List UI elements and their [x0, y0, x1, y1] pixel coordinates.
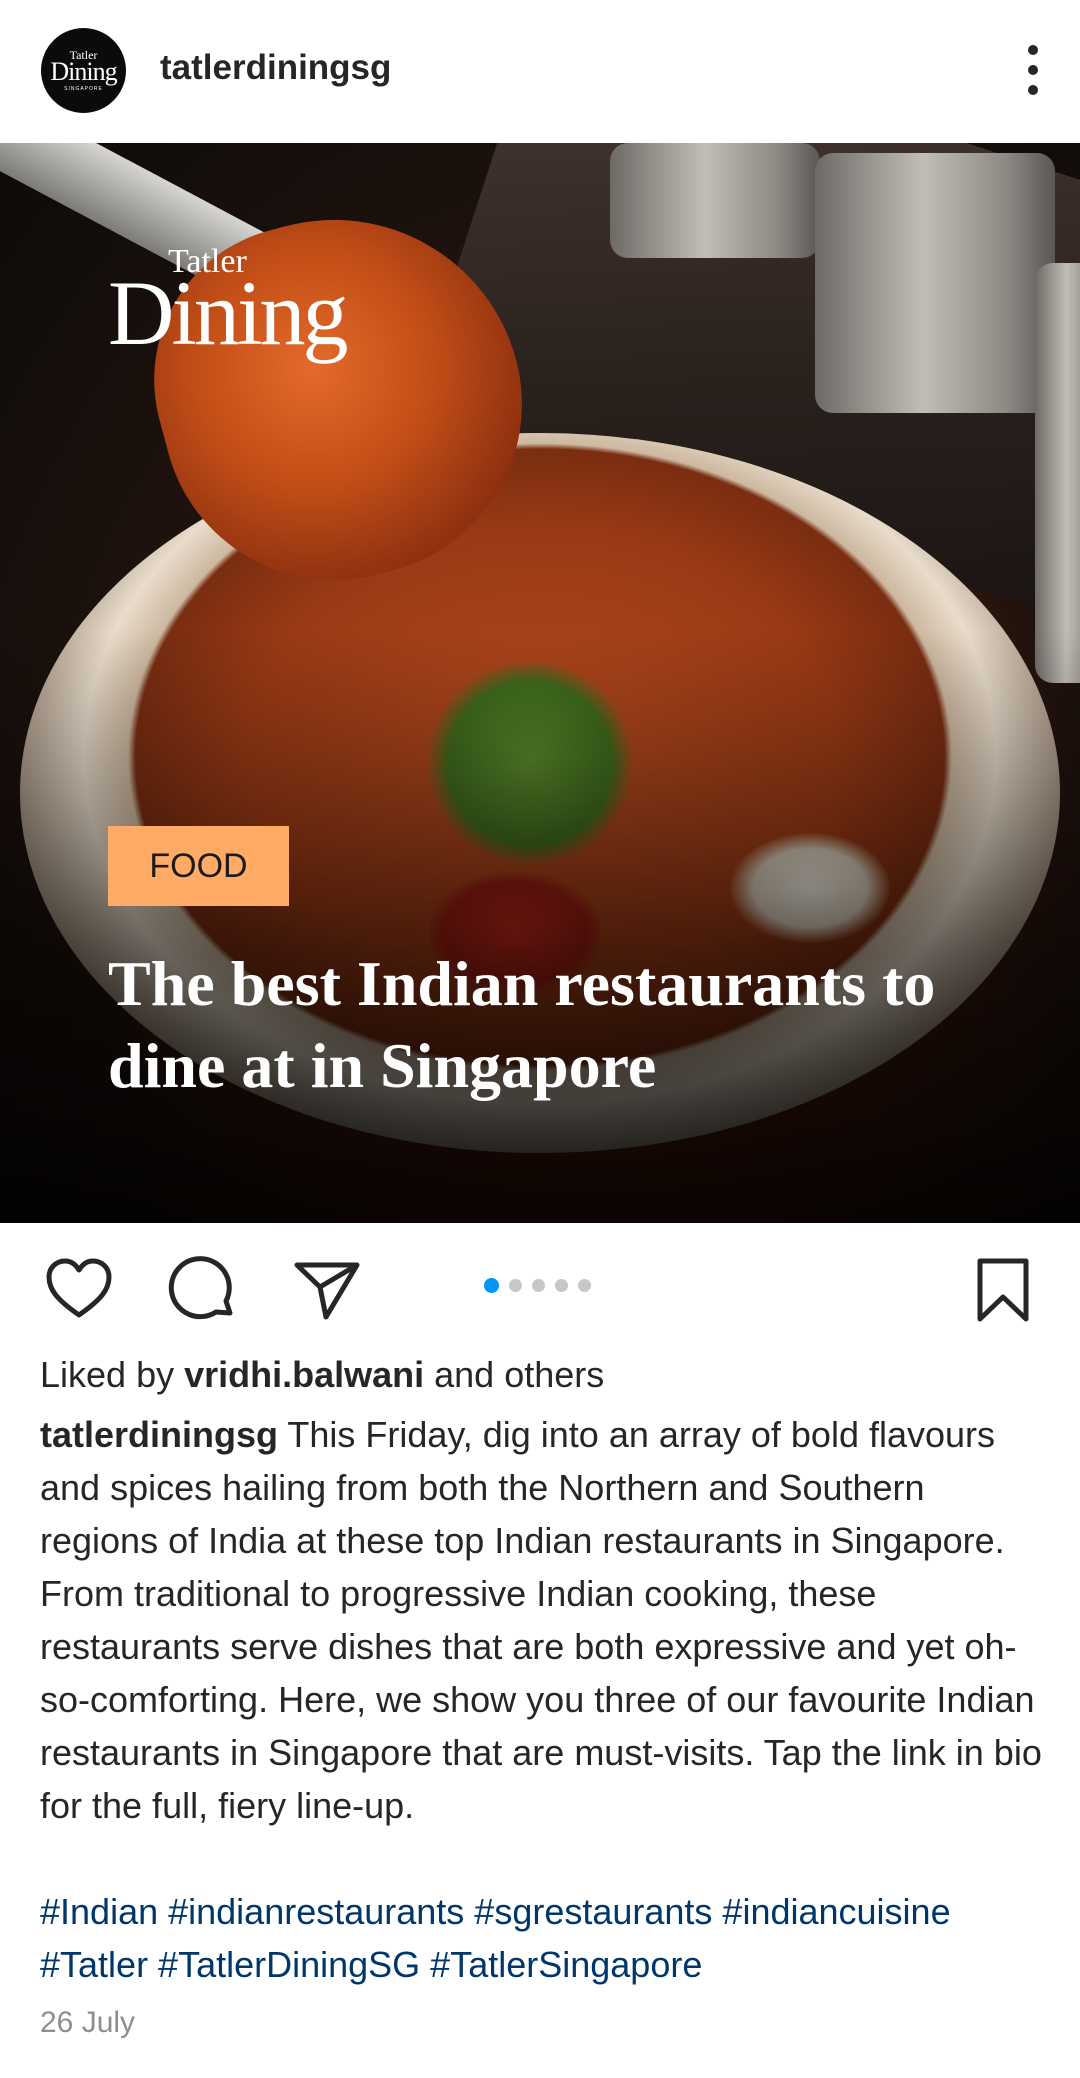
liked-by-user[interactable]: vridhi.balwani	[184, 1354, 424, 1395]
caption: tatlerdiningsg This Friday, dig into an …	[40, 1408, 1050, 1832]
carousel-dot	[578, 1279, 591, 1292]
caption-text: This Friday, dig into an array of bold f…	[40, 1414, 1042, 1826]
image-headline: The best Indian restaurants to dine at i…	[108, 948, 936, 1101]
carousel-indicator	[484, 1278, 591, 1293]
bookmark-icon[interactable]	[968, 1255, 1038, 1325]
avatar[interactable]: Tatler Dining SINGAPORE	[41, 28, 126, 113]
action-bar	[0, 1223, 1080, 1343]
more-options-icon[interactable]	[1018, 40, 1048, 100]
heart-icon[interactable]	[44, 1255, 114, 1325]
avatar-text-line2: Dining	[50, 57, 117, 86]
avatar-text-line3: SINGAPORE	[64, 86, 103, 92]
share-icon[interactable]	[292, 1255, 362, 1325]
brand-logo-line2: Dining	[108, 262, 349, 364]
post-image[interactable]: Tatler Dining FOOD The best Indian resta…	[0, 143, 1080, 1223]
likes-prefix: Liked by	[40, 1354, 185, 1395]
carousel-dot	[509, 1279, 522, 1292]
likes-suffix[interactable]: and others	[424, 1354, 604, 1395]
comment-icon[interactable]	[168, 1255, 238, 1325]
brand-logo: Tatler Dining	[108, 243, 349, 364]
carousel-dot	[532, 1279, 545, 1292]
brand-logo-line1: Tatler	[168, 243, 247, 280]
category-tag: FOOD	[108, 826, 289, 906]
post-username[interactable]: tatlerdiningsg	[160, 48, 391, 88]
carousel-dot	[555, 1279, 568, 1292]
likes-line: Liked by vridhi.balwani and others	[40, 1348, 1050, 1401]
hashtags[interactable]: #Indian #indianrestaurants #sgrestaurant…	[40, 1885, 1050, 1991]
post-header: Tatler Dining SINGAPORE tatlerdiningsg	[0, 0, 1080, 143]
post-date: 26 July	[40, 2006, 136, 2039]
caption-username[interactable]: tatlerdiningsg	[40, 1414, 278, 1455]
carousel-dot-active	[484, 1278, 499, 1293]
